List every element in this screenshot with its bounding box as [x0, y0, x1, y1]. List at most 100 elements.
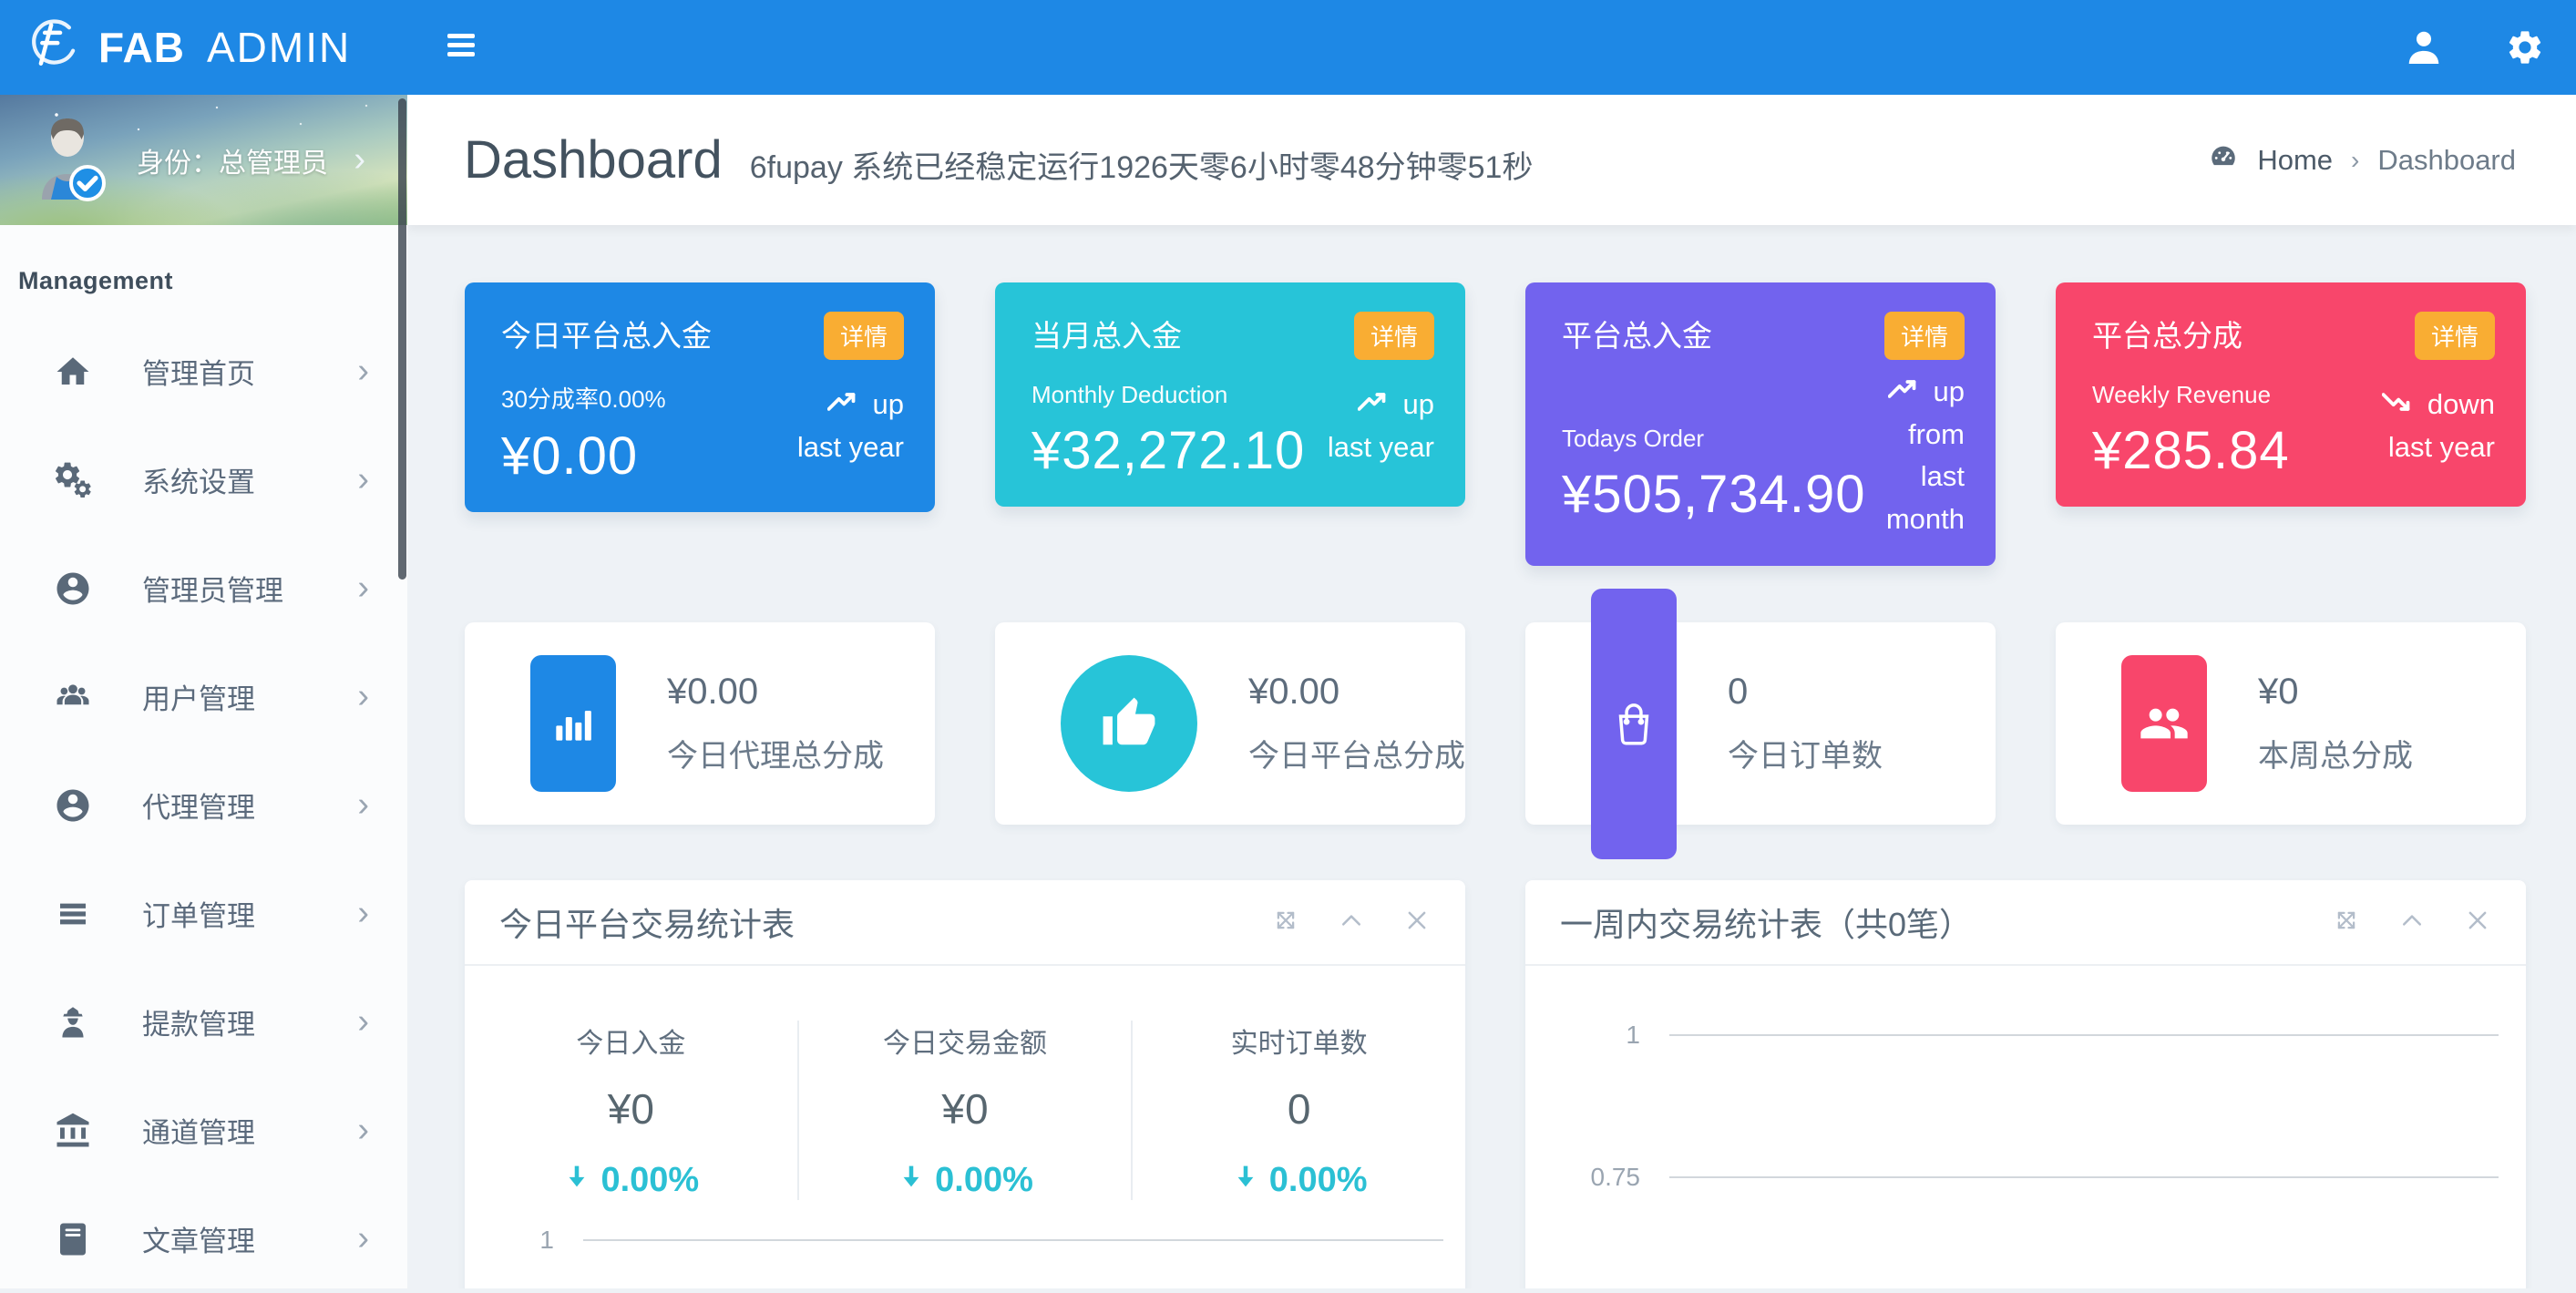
sidebar-item-order-management[interactable]: 订单管理 ›: [0, 859, 407, 968]
sidebar-item-user-management[interactable]: 用户管理 ›: [0, 642, 407, 751]
info-card-value: ¥0.00: [1248, 672, 1465, 713]
trend-note: down last year: [2382, 384, 2495, 468]
page-title: Dashboard: [464, 129, 723, 190]
dashboard-gauge-icon: [2208, 141, 2239, 180]
thumbs-up-icon: [1061, 655, 1197, 792]
stat-card-amount: ¥0.00: [501, 426, 797, 487]
sidebar-item-withdraw-management[interactable]: 提款管理 ›: [0, 968, 407, 1076]
info-card-value: ¥0.00: [667, 672, 884, 713]
user-circle-icon: [53, 569, 93, 609]
page-header: Dashboard 6fupay 系统已经稳定运行1926天零6小时零48分钟零…: [407, 95, 2576, 225]
stat-card-subtitle: 30分成率0.00%: [501, 381, 797, 415]
user-circle-icon: [53, 785, 93, 826]
panel-stats: 今日入金 ¥0 0.00% 今日交易金额 ¥0: [465, 1021, 1465, 1200]
arrow-down-icon: [1231, 1161, 1260, 1200]
chart-gridline: [1669, 1034, 2499, 1036]
chart-gridline-row: 1: [1525, 1021, 2526, 1050]
info-card-today-platform-share: ¥0.00 今日平台总分成: [995, 622, 1465, 825]
trend-note: up last year: [1328, 384, 1434, 468]
sidebar-scrollbar[interactable]: [398, 98, 406, 580]
stat-realtime-orders: 实时订单数 0 0.00%: [1133, 1021, 1465, 1200]
stat-card-amount: ¥32,272.10: [1031, 420, 1328, 481]
chevron-right-icon: ›: [357, 1219, 369, 1258]
trend-note: up from last month: [1886, 371, 1965, 540]
detail-badge-button[interactable]: 详情: [1354, 312, 1434, 360]
brand-name-bold: FAB: [98, 23, 185, 72]
trend-down-icon: [2382, 384, 2417, 426]
stat-card-total-platform-share: 平台总分成 Weekly Revenue ¥285.84 详情 down: [2056, 282, 2526, 507]
gears-icon: [53, 460, 93, 500]
expand-icon[interactable]: [1272, 907, 1299, 939]
chart-gridline: [583, 1239, 1443, 1241]
stat-card-row: 今日平台总入金 30分成率0.00% ¥0.00 详情 up last: [465, 282, 2526, 566]
user-secret-icon: [53, 1002, 93, 1042]
panel-title: 今日平台交易统计表: [499, 898, 795, 946]
detail-badge-button[interactable]: 详情: [824, 312, 904, 360]
panel-week-transactions: 一周内交易统计表（共0笔）: [1525, 880, 2526, 1288]
panel-today-transactions: 今日平台交易统计表: [465, 880, 1465, 1288]
chart-gridline-row: 1: [465, 1226, 1465, 1255]
bank-icon: [53, 1111, 93, 1151]
info-card-week-share: ¥0 本周总分成: [2056, 622, 2526, 825]
sidebar: 身份：总管理员 › Management 管理首页 › 系统设置 ›: [0, 95, 407, 1288]
brand[interactable]: FAB ADMIN: [0, 17, 407, 78]
info-card-label: 今日订单数: [1728, 731, 1883, 775]
chevron-right-icon: ›: [357, 785, 369, 825]
stat-card-subtitle: Todays Order: [1562, 425, 1884, 453]
book-icon: [53, 1219, 93, 1259]
breadcrumb-current: Dashboard: [2377, 144, 2516, 177]
top-navbar: FAB ADMIN: [0, 0, 2576, 95]
close-icon[interactable]: [1403, 907, 1431, 939]
collapse-icon[interactable]: [1338, 907, 1365, 939]
sidebar-item-system-settings[interactable]: 系统设置 ›: [0, 426, 407, 534]
info-card-label: 今日平台总分成: [1248, 731, 1465, 775]
expand-icon[interactable]: [2333, 907, 2360, 939]
info-card-label: 本周总分成: [2258, 731, 2413, 775]
panel-title: 一周内交易统计表（共0笔）: [1560, 898, 1972, 946]
profile-identity-label: 身份：总管理员: [137, 140, 328, 180]
sidebar-item-agent-management[interactable]: 代理管理 ›: [0, 751, 407, 859]
detail-badge-button[interactable]: 详情: [2415, 312, 2495, 360]
stat-today-deposit: 今日入金 ¥0 0.00%: [465, 1021, 797, 1200]
sidebar-item-article-management[interactable]: 文章管理 ›: [0, 1185, 407, 1293]
arrow-down-icon: [562, 1161, 591, 1200]
chart-gridline: [1669, 1176, 2499, 1178]
list-bars-icon: [53, 894, 93, 934]
sidebar-item-admin-management[interactable]: 管理员管理 ›: [0, 534, 407, 642]
chevron-right-icon: ›: [357, 677, 369, 716]
chevron-right-icon: ›: [354, 140, 365, 180]
brand-name-light: ADMIN: [207, 23, 351, 72]
gear-icon[interactable]: [2505, 27, 2545, 67]
sidebar-item-channel-management[interactable]: 通道管理 ›: [0, 1076, 407, 1185]
stat-today-amount: 今日交易金额 ¥0 0.00%: [797, 1021, 1134, 1200]
info-card-label: 今日代理总分成: [667, 731, 884, 775]
trend-up-icon: [1888, 371, 1923, 414]
stat-card-title: 平台总分成: [2092, 312, 2382, 355]
info-card-row: ¥0.00 今日代理总分成 ¥0.00 今日平台总分成: [465, 622, 2526, 825]
chevron-right-icon: ›: [357, 1002, 369, 1042]
close-icon[interactable]: [2464, 907, 2491, 939]
chevron-right-icon: ›: [357, 352, 369, 391]
shopping-bag-icon: [1591, 589, 1677, 859]
breadcrumb-separator: ›: [2351, 146, 2359, 175]
page-subtitle: 6fupay 系统已经稳定运行1926天零6小时零48分钟零51秒: [750, 142, 1534, 187]
sidebar-item-admin-home[interactable]: 管理首页 ›: [0, 317, 407, 426]
detail-badge-button[interactable]: 详情: [1884, 312, 1965, 360]
user-icon[interactable]: [2403, 26, 2445, 68]
stat-card-title: 平台总入金: [1562, 312, 1884, 355]
collapse-icon[interactable]: [2398, 907, 2426, 939]
trend-up-icon: [827, 384, 862, 426]
home-icon: [53, 352, 93, 392]
breadcrumb-home-link[interactable]: Home: [2257, 144, 2333, 177]
sidebar-menu: 管理首页 › 系统设置 › 管理员管理 ›: [0, 317, 407, 1293]
brand-logo-icon: [26, 17, 82, 78]
arrow-down-icon: [897, 1161, 926, 1200]
stat-card-subtitle: Weekly Revenue: [2092, 381, 2382, 409]
stat-card-subtitle: Monthly Deduction: [1031, 381, 1328, 409]
chevron-right-icon: ›: [357, 569, 369, 608]
info-card-value: ¥0: [2258, 672, 2413, 713]
hamburger-menu-icon[interactable]: [447, 33, 480, 63]
avatar: [31, 114, 108, 206]
sidebar-profile[interactable]: 身份：总管理员 ›: [0, 95, 407, 225]
sidebar-section-label: Management: [18, 267, 407, 295]
